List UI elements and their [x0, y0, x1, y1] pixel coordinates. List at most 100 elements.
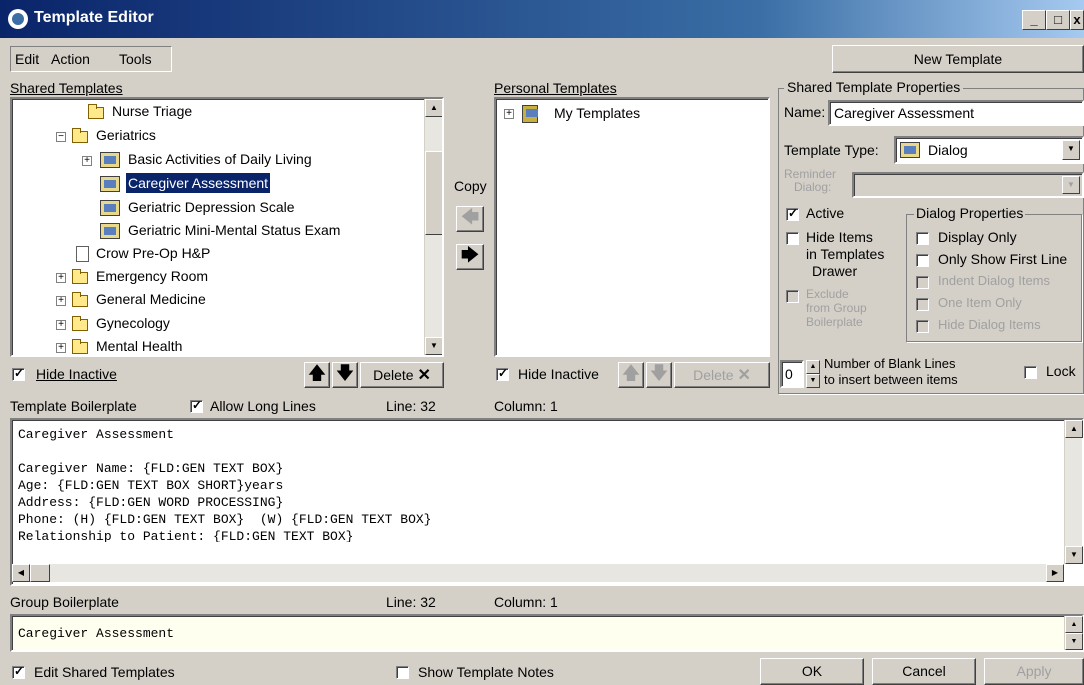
scroll-thumb[interactable]: [425, 151, 442, 235]
blank-lines-line2: to insert between items: [824, 372, 958, 387]
expand-icon[interactable]: +: [56, 343, 66, 353]
tree-item-mental-health[interactable]: Mental Health: [96, 336, 182, 355]
shared-templates-tree[interactable]: Nurse Triage − Geriatrics + Basic Activi…: [10, 97, 444, 357]
expand-icon[interactable]: +: [56, 320, 66, 330]
delete-x-icon: ✕: [417, 367, 431, 384]
spin-down-icon[interactable]: ▼: [806, 374, 820, 388]
exclude-line2: from Group: [806, 301, 867, 315]
dialog-template-icon: [100, 223, 120, 239]
scroll-up-arrow-icon[interactable]: ▲: [1065, 420, 1083, 438]
template-boilerplate-label: Template Boilerplate: [10, 398, 137, 414]
cancel-button[interactable]: Cancel: [872, 658, 976, 685]
up-arrow-icon: 🡅: [621, 363, 641, 383]
hide-items-line3: Drawer: [812, 263, 858, 279]
display-only-checkbox[interactable]: [916, 232, 929, 245]
only-first-line-checkbox[interactable]: [916, 254, 929, 267]
boilerplate-line-3: Age: {FLD:GEN TEXT BOX SHORT}years: [18, 478, 284, 493]
ok-button[interactable]: OK: [760, 658, 864, 685]
delete-x-icon: ✕: [737, 367, 751, 384]
indent-items-checkbox[interactable]: [916, 276, 929, 289]
tree-item-my-templates[interactable]: My Templates: [554, 103, 640, 123]
personal-move-up-button[interactable]: 🡅: [618, 362, 644, 388]
tree-item-caregiver-assessment[interactable]: Caregiver Assessment: [126, 173, 271, 193]
edit-shared-templates-checkbox[interactable]: [12, 664, 25, 679]
expand-icon[interactable]: +: [82, 156, 92, 166]
allow-long-lines-checkbox[interactable]: [190, 398, 203, 413]
group-vscroll[interactable]: ▲ ▼: [1064, 616, 1083, 650]
tree-item-nurse-triage[interactable]: Nurse Triage: [112, 101, 192, 121]
template-type-select[interactable]: Dialog ▼: [894, 136, 1084, 164]
hide-inactive-shared-label: Hide Inactive: [36, 366, 117, 382]
scroll-up-arrow-icon[interactable]: ▲: [425, 99, 442, 117]
move-down-button[interactable]: 🡇: [332, 362, 358, 388]
collapse-icon[interactable]: −: [56, 132, 66, 142]
title-bar[interactable]: Template Editor _ □ x: [0, 0, 1084, 38]
move-up-button[interactable]: 🡅: [304, 362, 330, 388]
copy-right-button[interactable]: 🡆: [456, 244, 484, 270]
hide-inactive-shared-checkbox[interactable]: [12, 366, 25, 381]
tree-item-crow-preop[interactable]: Crow Pre-Op H&P: [96, 243, 210, 263]
tree-item-emergency-room[interactable]: Emergency Room: [96, 266, 208, 286]
expand-icon[interactable]: +: [504, 109, 514, 119]
active-checkbox[interactable]: [786, 206, 799, 221]
hide-inactive-personal-checkbox[interactable]: [496, 366, 509, 381]
exclude-checkbox[interactable]: [786, 290, 799, 303]
maximize-button[interactable]: □: [1046, 10, 1070, 30]
folder-icon: [72, 316, 88, 331]
group-line-indicator: Line: 32: [386, 594, 436, 610]
shared-tree-scrollbar[interactable]: ▲ ▼: [424, 99, 442, 355]
menu-edit[interactable]: Edit: [15, 51, 39, 67]
lock-checkbox[interactable]: [1024, 366, 1037, 379]
tree-item-basic-activities[interactable]: Basic Activities of Daily Living: [128, 149, 312, 169]
tree-item-geriatric-depression[interactable]: Geriatric Depression Scale: [128, 197, 295, 217]
name-input[interactable]: Caregiver Assessment: [828, 100, 1084, 126]
name-label: Name:: [784, 104, 826, 120]
spin-up-icon[interactable]: ▲: [806, 360, 820, 374]
boilerplate-vscroll[interactable]: ▲ ▼: [1064, 420, 1083, 564]
active-label: Active: [806, 205, 845, 221]
personal-move-down-button[interactable]: 🡇: [646, 362, 672, 388]
scroll-down-arrow-icon[interactable]: ▼: [1065, 546, 1083, 564]
hscroll-thumb[interactable]: [30, 564, 50, 582]
hide-items-checkbox[interactable]: [786, 232, 799, 245]
folder-icon: [72, 292, 88, 307]
show-template-notes-checkbox[interactable]: [396, 666, 409, 679]
expand-icon[interactable]: +: [56, 273, 66, 283]
hide-items-line1: Hide Items: [806, 229, 873, 245]
scroll-down-arrow-icon[interactable]: ▼: [1065, 633, 1083, 650]
tree-item-general-medicine[interactable]: General Medicine: [96, 289, 206, 309]
menu-action[interactable]: Action: [51, 51, 90, 67]
personal-templates-tree[interactable]: + My Templates: [494, 97, 770, 357]
expand-icon[interactable]: +: [56, 296, 66, 306]
reminder-label-line1: Reminder: [784, 167, 837, 181]
minimize-button[interactable]: _: [1022, 10, 1046, 30]
chevron-down-icon[interactable]: ▼: [1062, 176, 1080, 194]
scroll-left-arrow-icon[interactable]: ◀: [12, 564, 30, 582]
boilerplate-hscroll[interactable]: ◀ ▶: [12, 564, 1064, 582]
one-item-only-checkbox[interactable]: [916, 298, 929, 311]
copy-left-button[interactable]: 🡄: [456, 206, 484, 232]
chevron-down-icon[interactable]: ▼: [1062, 140, 1080, 160]
group-boilerplate-editor[interactable]: Caregiver Assessment ▲ ▼: [10, 614, 1084, 652]
scroll-down-arrow-icon[interactable]: ▼: [425, 337, 442, 355]
indent-items-label: Indent Dialog Items: [938, 273, 1051, 288]
reminder-dialog-select[interactable]: ▼: [852, 172, 1084, 198]
tree-item-gynecology[interactable]: Gynecology: [96, 313, 170, 333]
boilerplate-editor[interactable]: Caregiver Assessment Caregiver Name: {FL…: [10, 418, 1084, 586]
tree-item-geriatrics[interactable]: Geriatrics: [96, 125, 156, 145]
delete-label: Delete: [693, 367, 734, 383]
close-button[interactable]: x: [1070, 10, 1084, 30]
blank-lines-input[interactable]: 0: [780, 360, 804, 388]
scroll-up-arrow-icon[interactable]: ▲: [1065, 616, 1083, 633]
menu-tools[interactable]: Tools: [119, 51, 152, 67]
delete-personal-button[interactable]: Delete ✕: [674, 362, 770, 388]
delete-shared-button[interactable]: Delete ✕: [360, 362, 444, 388]
tree-item-geriatric-mmse[interactable]: Geriatric Mini-Mental Status Exam: [128, 220, 340, 240]
group-column-indicator: Column: 1: [494, 594, 558, 610]
apply-button[interactable]: Apply: [984, 658, 1084, 685]
scroll-right-arrow-icon[interactable]: ▶: [1046, 564, 1064, 582]
reminder-dialog-label: Reminder Dialog:: [784, 168, 836, 194]
hide-dialog-items-checkbox[interactable]: [916, 320, 929, 333]
left-arrow-icon: 🡄: [460, 207, 480, 227]
new-template-button[interactable]: New Template: [832, 45, 1084, 73]
